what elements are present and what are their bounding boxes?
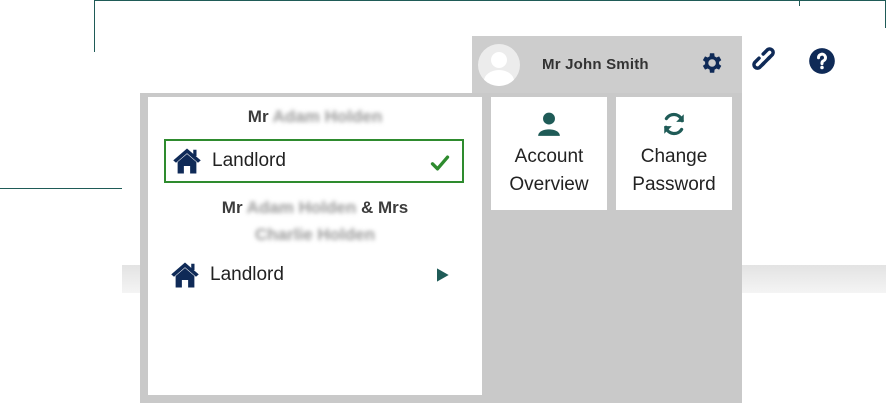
check-icon — [430, 155, 450, 171]
link-icon[interactable] — [752, 47, 780, 75]
account-holder-name: Mr Adam Holden & Mrs — [221, 198, 409, 217]
tile-label-line2: Overview — [509, 174, 589, 195]
tile-label-line2: Password — [632, 174, 716, 195]
account-list: Mr Adam Holden Landlord Mr Adam Holden &… — [148, 97, 482, 395]
chevron-right-icon[interactable] — [432, 265, 452, 285]
help-icon[interactable] — [808, 47, 836, 75]
house-icon — [171, 262, 199, 288]
user-menu-header[interactable]: Mr John Smith — [472, 36, 742, 93]
refresh-icon — [664, 112, 684, 136]
page-divider-stripe — [742, 265, 886, 293]
house-icon — [173, 148, 201, 174]
tile-label-line1: Account — [514, 146, 584, 167]
callout-line-top — [94, 0, 95, 52]
account-holder-name-line2: Charlie Holden — [255, 225, 375, 244]
account-overview-tile[interactable]: Account Overview — [491, 97, 607, 210]
account-role-label: Landlord — [210, 264, 284, 285]
person-icon — [538, 112, 560, 136]
change-password-tile[interactable]: Change Password — [616, 97, 732, 210]
avatar — [478, 43, 520, 86]
account-role-row[interactable]: Landlord — [164, 253, 464, 297]
callout-line-top — [94, 0, 886, 1]
user-name: Mr John Smith — [542, 56, 649, 73]
account-role-label: Landlord — [212, 150, 286, 171]
gear-icon[interactable] — [698, 50, 724, 76]
account-menu: Mr Adam Holden Landlord Mr Adam Holden &… — [140, 93, 742, 403]
page-divider-stripe — [122, 265, 140, 293]
tile-label-line1: Change — [640, 146, 708, 167]
callout-line-top — [799, 0, 800, 6]
account-role-row[interactable]: Landlord — [164, 139, 464, 183]
account-holder-name: Mr Adam Holden — [247, 107, 383, 126]
